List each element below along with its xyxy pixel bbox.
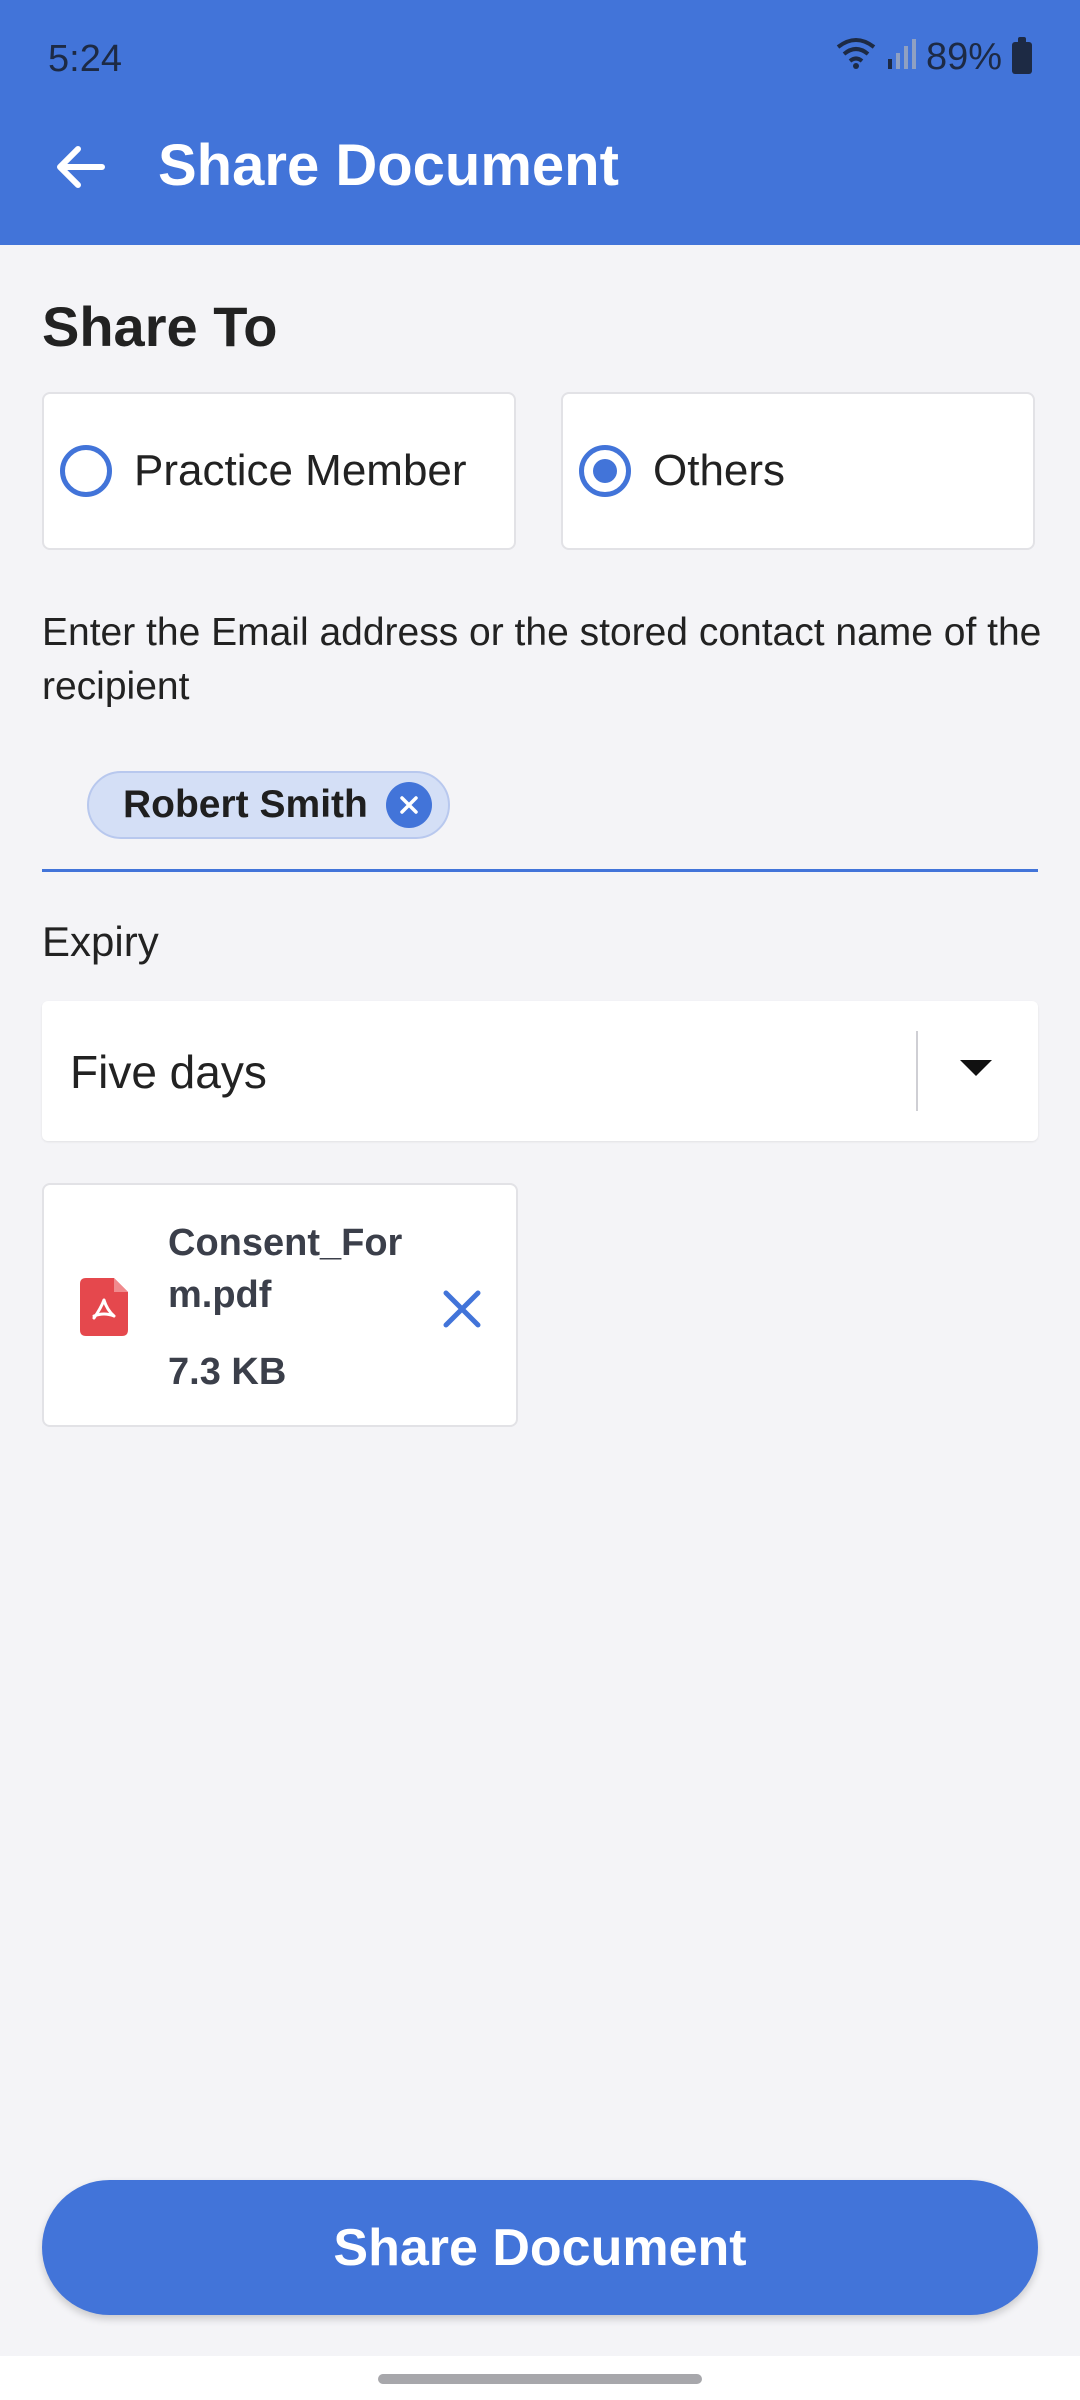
app-bar: 5:24 89% Share Document — [0, 0, 1080, 245]
battery-icon — [1012, 36, 1032, 74]
option-label: Others — [653, 446, 786, 495]
radio-button-selected[interactable] — [579, 445, 631, 497]
pdf-file-icon — [80, 1278, 128, 1341]
status-icons: 89% — [836, 36, 1032, 79]
recipient-chip: Robert Smith — [87, 771, 450, 839]
wifi-icon — [836, 36, 876, 79]
close-icon[interactable] — [385, 782, 432, 828]
signal-icon — [886, 36, 916, 79]
share-document-button[interactable]: Share Document — [42, 2180, 1038, 2315]
option-others[interactable]: Others — [561, 392, 1035, 550]
expiry-value: Five days — [70, 1046, 267, 1098]
status-time: 5:24 — [48, 38, 122, 80]
option-label: Practice Member — [134, 446, 467, 495]
page-title: Share Document — [158, 133, 619, 198]
option-practice-member[interactable]: Practice Member — [42, 392, 516, 550]
expiry-label: Expiry — [42, 918, 159, 965]
divider — [916, 1031, 918, 1111]
back-arrow-icon[interactable] — [48, 135, 112, 199]
file-size: 7.3 KB — [168, 1351, 287, 1393]
attachment-card: Consent_Form.pdf 7.3 KB — [42, 1183, 518, 1427]
share-to-heading: Share To — [42, 295, 278, 358]
dropdown-caret-icon[interactable] — [958, 1056, 994, 1085]
recipient-input[interactable] — [42, 869, 1038, 872]
chip-label: Robert Smith — [123, 783, 368, 826]
recipient-instruction: Enter the Email address or the stored co… — [42, 611, 1042, 708]
file-name: Consent_Form.pdf — [168, 1222, 403, 1316]
battery-percent: 89% — [925, 36, 1002, 78]
expiry-select[interactable]: Five days — [42, 1001, 1038, 1141]
radio-button[interactable] — [60, 445, 112, 497]
close-icon[interactable] — [434, 1281, 490, 1337]
home-indicator[interactable] — [378, 2374, 702, 2384]
